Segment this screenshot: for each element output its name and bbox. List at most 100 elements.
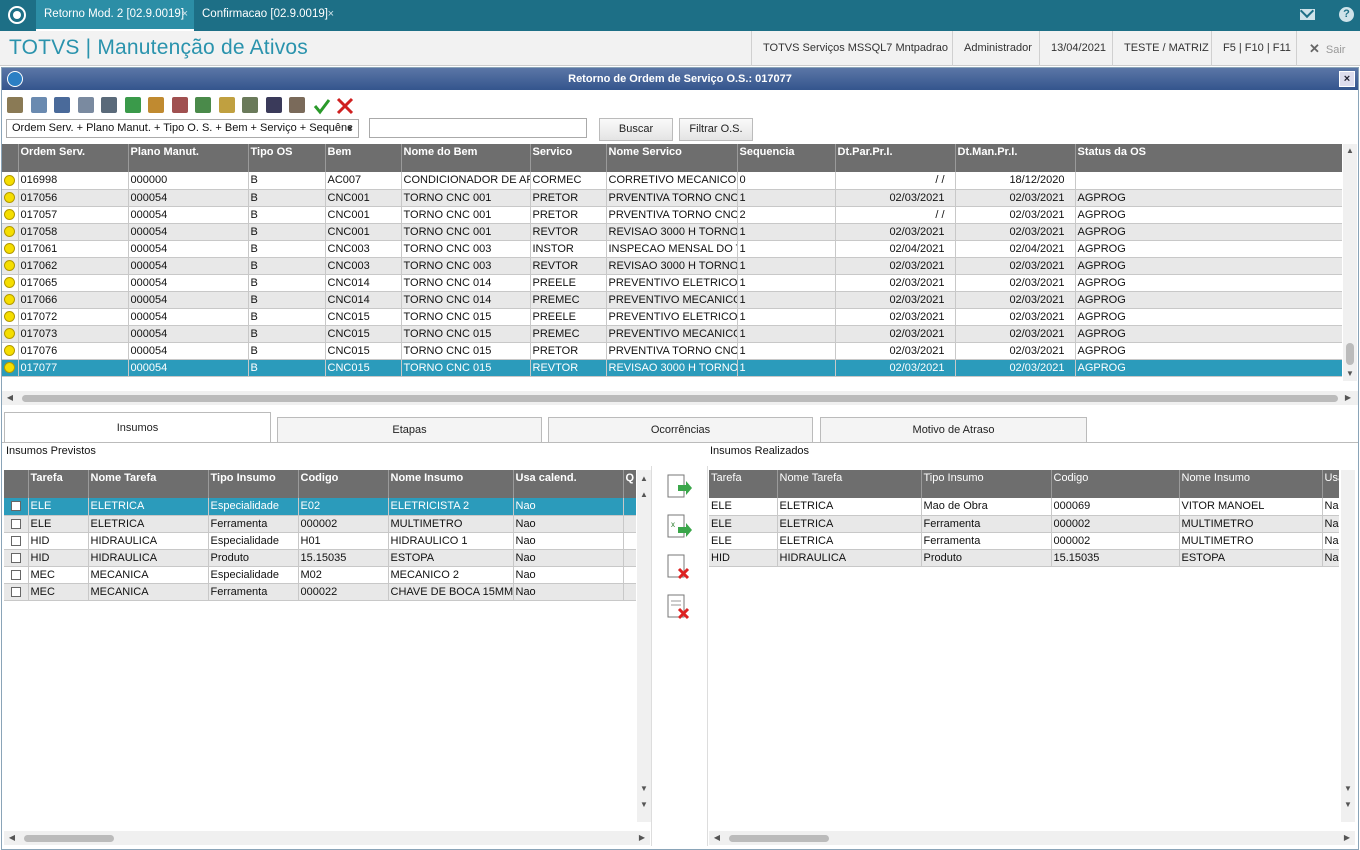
list-button[interactable] — [216, 94, 238, 116]
filter-os-button[interactable]: Filtrar O.S. — [679, 118, 753, 141]
table-row[interactable]: ELE ELETRICA Mao de Obra 000069 VITOR MANOEL… — [709, 498, 1339, 516]
cancel-button[interactable] — [333, 94, 355, 116]
tab-etapas[interactable]: Etapas — [277, 417, 542, 442]
column-header-servico[interactable]: Servico — [530, 144, 607, 172]
column-header-q[interactable]: Q — [623, 470, 636, 498]
help-icon[interactable]: ? — [1339, 7, 1354, 22]
table-row[interactable]: 017073 000054 B CNC015 TORNO CNC 015 PREMEC PR… — [2, 325, 1342, 343]
column-header-codigo[interactable]: Codigo — [298, 470, 389, 498]
table-row[interactable]: 017061 000054 B CNC003 TORNO CNC 003 INSTOR IN… — [2, 240, 1342, 258]
search-input[interactable] — [369, 118, 587, 138]
scroll-down-icon[interactable]: ▼ — [637, 782, 651, 796]
scroll-left-icon[interactable]: ◀ — [6, 831, 18, 845]
column-header-codigo[interactable]: Codigo — [1051, 470, 1180, 498]
os-grid-vertical-scrollbar[interactable]: ▲ ▼ — [1343, 144, 1357, 381]
table-row[interactable]: HID HIDRAULICA Especialidade H01 HIDRAULICO … — [4, 532, 636, 550]
scroll-thumb[interactable] — [729, 835, 829, 842]
scroll-page-down-icon[interactable]: ▼ — [637, 798, 651, 812]
report-button[interactable] — [239, 94, 261, 116]
scroll-thumb[interactable] — [24, 835, 114, 842]
table-row[interactable]: 017066 000054 B CNC014 TORNO CNC 014 PREMEC PR… — [2, 291, 1342, 309]
scroll-down-icon[interactable]: ▼ — [1343, 367, 1357, 381]
column-header-nome-insumo[interactable]: Nome Insumo — [388, 470, 514, 498]
print-preview-button[interactable] — [28, 94, 50, 116]
scroll-page-up-icon[interactable]: ▲ — [637, 488, 651, 502]
table-row[interactable]: 017062 000054 B CNC003 TORNO CNC 003 REVTOR RE… — [2, 257, 1342, 275]
user-info[interactable]: Administrador — [952, 31, 1039, 66]
column-header-bem[interactable]: Bem — [325, 144, 402, 172]
scroll-left-icon[interactable]: ◀ — [711, 831, 723, 845]
performed-inputs-vertical-scrollbar[interactable]: ▼ ▼ — [1341, 470, 1355, 822]
shortcuts-info[interactable]: F5 | F10 | F11 — [1211, 31, 1296, 66]
dialog-close-button[interactable]: × — [1339, 71, 1355, 87]
export-button[interactable] — [169, 94, 191, 116]
column-header-ordem-serv[interactable]: Ordem Serv. — [18, 144, 129, 172]
mail-icon[interactable] — [1300, 9, 1315, 20]
tab-confirmacao[interactable]: Confirmacao [02.9.0019] × — [194, 0, 340, 31]
save-button[interactable] — [263, 94, 285, 116]
column-header-tipo-insumo[interactable]: Tipo Insumo — [208, 470, 299, 498]
branch-info[interactable]: TESTE / MATRIZ — [1112, 31, 1211, 66]
scroll-up-icon[interactable]: ▲ — [637, 472, 651, 486]
calculator-button[interactable] — [192, 94, 214, 116]
table-row[interactable]: ELEELETRICAFerramenta000002MULTIMETRONao — [709, 532, 1339, 550]
column-header-nome-insumo[interactable]: Nome Insumo — [1179, 470, 1323, 498]
scroll-thumb[interactable] — [22, 395, 1338, 402]
column-header-sequencia[interactable]: Sequencia — [737, 144, 836, 172]
column-header-usa-calend[interactable]: Usa calend. — [513, 470, 624, 498]
row-checkbox[interactable] — [10, 569, 21, 580]
column-header-usa[interactable]: Usa — [1322, 470, 1339, 498]
exit-button[interactable]: ✕ Sair — [1296, 31, 1345, 66]
table-row[interactable]: HIDHIDRAULICAProduto15.15035ESTOPANao — [4, 549, 636, 567]
row-checkbox[interactable] — [10, 518, 21, 529]
environment-info[interactable]: TOTVS Serviços MSSQL7 Mntpadrao — [751, 31, 952, 66]
table-row[interactable]: 017077 000054 B CNC015 TORNO CNC 015 REVTOR RE… — [2, 359, 1342, 377]
date-info[interactable]: 13/04/2021 — [1039, 31, 1112, 66]
remove-button[interactable] — [666, 553, 692, 583]
table-row[interactable]: MEC MECANICA Ferramenta 000022 CHAVE DE BOCA… — [4, 583, 636, 601]
tab-insumos[interactable]: Insumos — [4, 412, 271, 442]
row-checkbox[interactable] — [10, 535, 21, 546]
tab-motivo-atraso[interactable]: Motivo de Atraso — [820, 417, 1087, 442]
close-icon[interactable]: × — [328, 0, 334, 29]
column-header-nome-servico[interactable]: Nome Servico — [606, 144, 738, 172]
column-header-tipo-insumo[interactable]: Tipo Insumo — [921, 470, 1052, 498]
column-header-nome-do-bem[interactable]: Nome do Bem — [401, 144, 531, 172]
scroll-right-icon[interactable]: ▶ — [636, 831, 648, 845]
tab-ocorrencias[interactable]: Ocorrências — [548, 417, 813, 442]
table-row[interactable]: 017076 000054 B CNC015 TORNO CNC 015 PRETOR PR… — [2, 342, 1342, 360]
help-button[interactable] — [51, 94, 73, 116]
settings-button[interactable] — [286, 94, 308, 116]
scroll-right-icon[interactable]: ▶ — [1342, 391, 1354, 405]
column-header-tarefa[interactable]: Tarefa — [28, 470, 89, 498]
table-row[interactable]: 017058 000054 B CNC001 TORNO CNC 001 REVTOR RE… — [2, 223, 1342, 241]
table-row[interactable]: 017065 000054 B CNC014 TORNO CNC 014 PREELE PR… — [2, 274, 1342, 292]
close-icon[interactable]: × — [182, 0, 188, 29]
table-row[interactable]: ELE ELETRICA Especialidade E02 ELETRICISTA 2… — [4, 498, 636, 516]
table-row[interactable]: 017056 000054 B CNC001 TORNO CNC 001 PRETOR PR… — [2, 189, 1342, 207]
package-button[interactable] — [145, 94, 167, 116]
scroll-up-icon[interactable]: ▲ — [1343, 144, 1357, 158]
row-checkbox[interactable] — [10, 586, 21, 597]
column-header-dt-par-pr-i[interactable]: Dt.Par.Pr.I. — [835, 144, 956, 172]
row-checkbox[interactable] — [10, 552, 21, 563]
planned-inputs-horizontal-scrollbar[interactable]: ◀ ▶ — [4, 831, 650, 845]
table-row[interactable]: HIDHIDRAULICAProduto15.15035ESTOPANao — [709, 549, 1339, 567]
planned-inputs-vertical-scrollbar[interactable]: ▲ ▲ ▼ ▼ — [637, 470, 651, 822]
remove-all-button[interactable] — [666, 593, 692, 623]
column-header-tarefa[interactable]: Tarefa — [709, 470, 778, 498]
scroll-down-icon[interactable]: ▼ — [1341, 782, 1355, 796]
column-header-nome-tarefa[interactable]: Nome Tarefa — [777, 470, 922, 498]
column-header-plano-manut[interactable]: Plano Manut. — [128, 144, 249, 172]
scroll-thumb[interactable] — [1346, 343, 1354, 365]
printer-button[interactable] — [98, 94, 120, 116]
column-header-status-da-os[interactable]: Status da OS — [1075, 144, 1342, 172]
table-row[interactable]: 017057 000054 B CNC001 TORNO CNC 001 PRETOR PR… — [2, 206, 1342, 224]
tab-retorno[interactable]: Retorno Mod. 2 [02.9.0019] × — [36, 0, 194, 31]
scroll-right-icon[interactable]: ▶ — [1341, 831, 1353, 845]
table-row[interactable]: ELEELETRICAFerramenta000002MULTIMETRONao — [709, 515, 1339, 533]
move-right-button[interactable] — [666, 473, 692, 503]
table-row[interactable]: ELEELETRICAFerramenta000002MULTIMETRONao — [4, 515, 636, 533]
logo-icon[interactable] — [8, 6, 26, 24]
table-row[interactable]: 017072 000054 B CNC015 TORNO CNC 015 PREELE PR… — [2, 308, 1342, 326]
